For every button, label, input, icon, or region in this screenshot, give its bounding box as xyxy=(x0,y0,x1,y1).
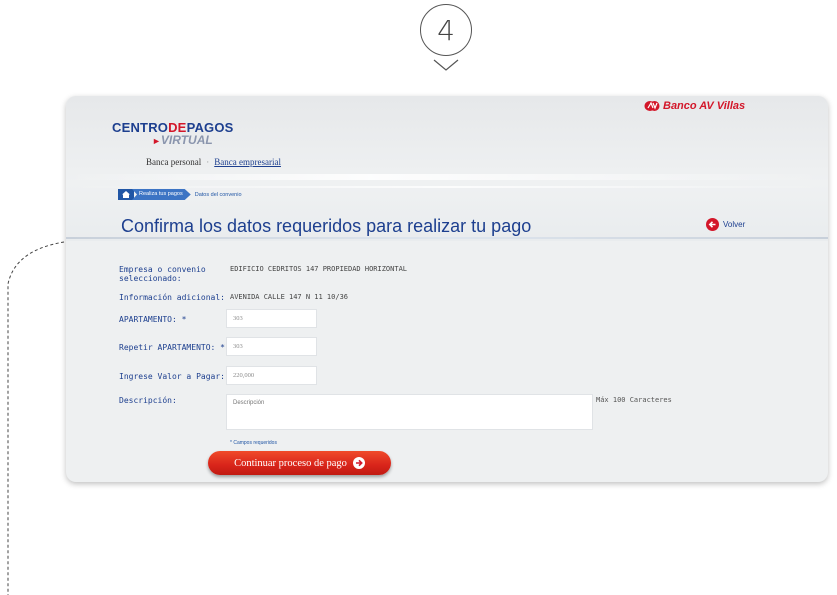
apartment-input[interactable]: 303 xyxy=(226,309,317,328)
step-number-badge: 4 xyxy=(420,4,472,56)
logo-arrow-icon: ► xyxy=(152,136,161,146)
nav-personal[interactable]: Banca personal xyxy=(146,157,201,167)
required-fields-note: * Campos requeridos xyxy=(230,440,277,446)
company-label: Empresa o convenio seleccionado: xyxy=(119,265,206,283)
nav-separator: · xyxy=(206,157,210,167)
logo-subtitle-text: VIRTUAL xyxy=(160,133,213,147)
header-decoration xyxy=(66,186,828,188)
info-value: AVENIDA CALLE 147 N 11 10/36 xyxy=(230,293,349,301)
apartment-repeat-label: Repetir APARTAMENTO: * xyxy=(119,343,225,352)
amount-input[interactable]: 220,000 xyxy=(226,366,317,385)
header-decoration xyxy=(66,174,828,180)
bank-name: Banco AV Villas xyxy=(663,100,746,112)
back-label: Volver xyxy=(723,220,746,229)
dashed-connector xyxy=(7,241,65,595)
description-label: Descripción: xyxy=(119,396,177,405)
chevron-down-icon xyxy=(433,59,459,71)
payment-card: Banco AV Villas CENTRODEPAGOS ►VIRTUAL B… xyxy=(66,96,828,482)
apartment-repeat-input[interactable]: 303 xyxy=(226,337,317,356)
centro-de-pagos-logo[interactable]: CENTRODEPAGOS ►VIRTUAL xyxy=(112,120,234,147)
description-textarea[interactable]: Descripción xyxy=(226,394,593,430)
page-title: Confirma los datos requeridos para reali… xyxy=(121,216,532,236)
banking-nav: Banca personal · Banca empresarial xyxy=(146,157,281,167)
apartment-label: APARTAMENTO: * xyxy=(119,315,187,324)
breadcrumb: Realiza tus pagos Datos del convenio xyxy=(118,189,242,200)
page: 4 Banco AV Villas CENTRODEPAGOS ►VIRTUAL… xyxy=(0,0,837,595)
bank-logo-icon xyxy=(644,101,660,111)
bank-logo: Banco AV Villas xyxy=(644,100,745,112)
breadcrumb-current: Datos del convenio xyxy=(194,191,242,198)
continue-payment-button[interactable]: Continuar proceso de pago xyxy=(208,451,391,475)
continue-label: Continuar proceso de pago xyxy=(234,457,347,469)
company-value: EDIFICIO CEDRITOS 147 PROPIEDAD HORIZONT… xyxy=(230,265,408,273)
home-glyph-icon xyxy=(122,191,130,198)
title-divider xyxy=(66,237,828,239)
back-button[interactable]: Volver xyxy=(706,218,745,231)
back-arrow-icon xyxy=(706,218,719,231)
max-characters-note: Máx 100 Caracteres xyxy=(596,396,672,404)
amount-label: Ingrese Valor a Pagar: xyxy=(119,372,225,381)
logo-subtitle: ►VIRTUAL xyxy=(152,133,234,147)
nav-business-link[interactable]: Banca empresarial xyxy=(214,157,281,167)
info-label: Información adicional: xyxy=(119,293,225,302)
arrow-right-icon xyxy=(352,457,365,469)
home-icon[interactable] xyxy=(118,189,134,200)
breadcrumb-step[interactable]: Realiza tus pagos xyxy=(132,189,191,200)
